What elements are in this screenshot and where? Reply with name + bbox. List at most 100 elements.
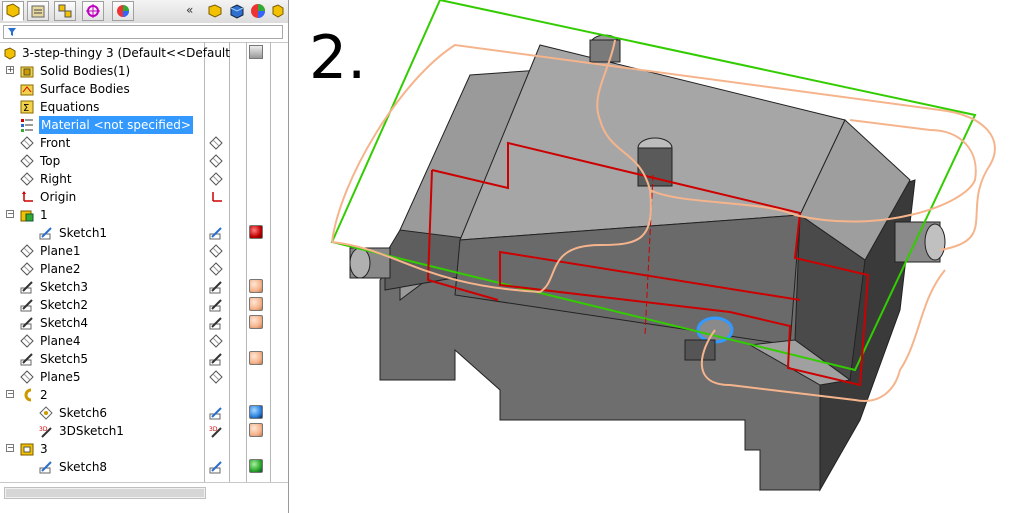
top-pin-body[interactable] (589, 39, 621, 63)
tree-item-label: Equations (40, 100, 100, 114)
filter-input[interactable] (3, 25, 283, 39)
tree-root[interactable]: 3-step-thingy 3 (Default<<Default (0, 44, 288, 62)
tree-item-sketch1[interactable]: Sketch1 (0, 224, 288, 242)
tree-item-right-plane[interactable]: Right (0, 170, 288, 188)
sketch-visibility-icon[interactable] (209, 460, 223, 474)
left-pin-end[interactable] (349, 247, 371, 279)
collapse-icon[interactable]: − (6, 390, 14, 398)
property-manager-tab[interactable] (27, 1, 49, 21)
display-manager-tab[interactable] (112, 1, 134, 21)
svg-text:Σ: Σ (23, 103, 29, 114)
tree-item-label: Sketch5 (40, 352, 89, 366)
tree-item-label: Material <not specified> (39, 116, 193, 134)
tree-item-plane1[interactable]: Plane1 (0, 242, 288, 260)
sketch-visibility-icon[interactable] (209, 352, 223, 366)
tree-item-feature-2[interactable]: − 2 (0, 386, 288, 404)
plane-hidden-icon[interactable] (209, 334, 223, 348)
tree-item-label: Plane1 (40, 244, 81, 258)
sketch-visibility-icon[interactable] (209, 406, 223, 420)
surface-bodies-folder-icon (20, 84, 34, 96)
dimxpert-manager-tab[interactable] (82, 1, 104, 21)
tree-item-label: Origin (40, 190, 77, 204)
appearance-swatch-orange[interactable] (249, 297, 263, 311)
tree-item-equations[interactable]: Σ Equations (0, 98, 288, 116)
filter-bar (0, 23, 288, 43)
plane-hidden-icon[interactable] (209, 244, 223, 258)
appearance-swatch-red[interactable] (249, 225, 263, 239)
view-features-icon[interactable] (206, 2, 224, 24)
tree-item-sketch5[interactable]: Sketch5 (0, 350, 288, 368)
tree-item-plane2[interactable]: Plane2 (0, 260, 288, 278)
material-icon (21, 119, 33, 132)
model-view[interactable] (289, 0, 1015, 513)
horizontal-scrollbar[interactable] (0, 482, 288, 513)
appearance-swatch-green[interactable] (249, 459, 263, 473)
collapse-icon[interactable]: − (6, 444, 14, 452)
sketch-icon (20, 317, 33, 330)
tree-item-top-plane[interactable]: Top (0, 152, 288, 170)
tree-item-front-plane[interactable]: Front (0, 134, 288, 152)
manager-tab-bar: « (0, 0, 288, 24)
lower-pin[interactable] (684, 339, 716, 361)
appearance-swatch-orange[interactable] (249, 423, 263, 437)
collapse-panel-icon[interactable]: « (186, 3, 193, 17)
feature-tree: 3-step-thingy 3 (Default<<Default + Soli… (0, 42, 288, 482)
tree-item-feature-1[interactable]: − 1 (0, 206, 288, 224)
tree-item-label: Front (40, 136, 71, 150)
tree-item-label: Sketch3 (40, 280, 89, 294)
tree-item-sketch6[interactable]: Sketch6 (0, 404, 288, 422)
tree-item-solid-bodies[interactable]: + Solid Bodies(1) (0, 62, 288, 80)
tree-item-sketch8[interactable]: Sketch8 (0, 458, 288, 476)
appearance-swatch-orange[interactable] (249, 279, 263, 293)
configuration-icon (58, 4, 72, 18)
feature-manager-tab[interactable] (2, 1, 24, 21)
expand-icon[interactable]: + (6, 66, 14, 74)
3d-sketch-visibility-icon[interactable]: 3D (209, 424, 223, 438)
tree-item-label: 1 (40, 208, 48, 222)
appearance-icon[interactable] (249, 2, 267, 24)
tree-item-surface-bodies[interactable]: Surface Bodies (0, 80, 288, 98)
tree-item-label: Sketch6 (59, 406, 108, 420)
plane-icon (20, 262, 34, 276)
tree-item-plane4[interactable]: Plane4 (0, 332, 288, 350)
tree-item-sketch4[interactable]: Sketch4 (0, 314, 288, 332)
plane-icon (20, 154, 34, 168)
tree-item-sketch3[interactable]: Sketch3 (0, 278, 288, 296)
plane-hidden-icon[interactable] (209, 370, 223, 384)
graphics-viewport[interactable]: 2. (289, 0, 1015, 513)
right-pin-end[interactable] (924, 223, 946, 261)
scrollbar-track[interactable] (4, 487, 206, 499)
display-states-icon[interactable] (228, 2, 246, 24)
collapse-icon[interactable]: − (6, 210, 14, 218)
sketch-visibility-icon[interactable] (209, 226, 223, 240)
tree-item-material[interactable]: Material <not specified> (0, 116, 288, 134)
appearance-swatch-blue[interactable] (249, 405, 263, 419)
tree-item-3dsketch1[interactable]: 3D 3DSketch1 (0, 422, 288, 440)
scrollbar-thumb[interactable] (6, 489, 204, 497)
origin-hidden-icon[interactable] (209, 190, 223, 204)
tree-item-sketch2[interactable]: Sketch2 (0, 296, 288, 314)
plane-hidden-icon[interactable] (209, 262, 223, 276)
plane-icon (20, 334, 34, 348)
tree-item-feature-3[interactable]: − 3 (0, 440, 288, 458)
sketch-icon (20, 353, 33, 366)
sketch-visibility-icon[interactable] (209, 280, 223, 294)
sketch-visibility-icon[interactable] (209, 316, 223, 330)
scenes-icon[interactable] (270, 2, 286, 24)
tree-item-label: 3 (40, 442, 48, 456)
plane-icon (20, 172, 34, 186)
tree-item-origin[interactable]: Origin (0, 188, 288, 206)
tree-item-label: Plane4 (40, 334, 81, 348)
plane-icon (20, 244, 34, 258)
plane-hidden-icon[interactable] (209, 136, 223, 150)
sketch-visibility-icon[interactable] (209, 298, 223, 312)
appearance-swatch-orange[interactable] (249, 315, 263, 329)
plane-hidden-icon[interactable] (209, 154, 223, 168)
appearance-swatch-orange[interactable] (249, 351, 263, 365)
plane-hidden-icon[interactable] (209, 172, 223, 186)
configuration-manager-tab[interactable] (54, 1, 76, 21)
tree-item-label: Surface Bodies (40, 82, 130, 96)
part-appearance-swatch[interactable] (249, 45, 263, 59)
tree-item-plane5[interactable]: Plane5 (0, 368, 288, 386)
tree-item-label: Plane2 (40, 262, 81, 276)
